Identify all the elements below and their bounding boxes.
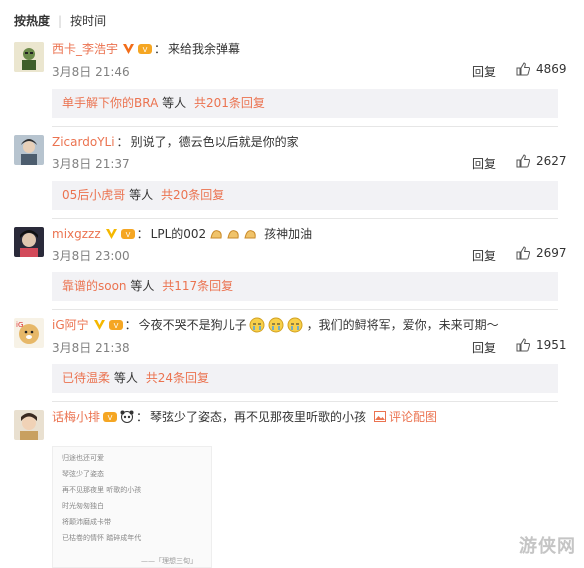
sub-reply-count[interactable]: 共201条回复	[194, 96, 265, 110]
thumbs-up-icon	[516, 246, 530, 260]
thumbs-up-icon	[516, 154, 530, 168]
username-link[interactable]: mixgzzz	[52, 227, 101, 241]
sub-reply-bar[interactable]: 05后小虎哥 等人 共20条回复	[52, 181, 558, 210]
image-text-line: 将颠沛磨成卡带	[62, 518, 111, 526]
image-icon	[374, 411, 387, 422]
svg-text:V: V	[108, 414, 113, 422]
username-link[interactable]: 西卡_李浩宇	[52, 40, 118, 57]
avatar[interactable]	[14, 42, 44, 72]
panda-icon	[120, 410, 134, 423]
like-button[interactable]: 2697	[516, 246, 567, 260]
like-count: 2697	[536, 246, 567, 260]
avatar[interactable]: iG	[14, 318, 44, 348]
comment-line: mixgzzz V ： LPL的002 孩神加油	[52, 225, 312, 242]
sub-reply-user[interactable]: 05后小虎哥	[62, 188, 125, 202]
divider	[52, 218, 558, 219]
divider	[52, 309, 558, 310]
sort-by-time[interactable]: 按时间	[70, 14, 106, 28]
image-text-line: 再不见那夜里 听歌的小孩	[62, 486, 142, 494]
crying-emoji-icon	[249, 317, 303, 332]
image-signature: ——「理想三旬」	[141, 557, 197, 565]
comment-text: 别说了，德云色以后就是你的家	[130, 135, 299, 149]
comment-line: iG阿宁 V ： 今夜不哭不是狗儿子 ，我们的鲟将军，爱你，未来可期～	[52, 316, 499, 333]
member-level-icon: V	[103, 411, 118, 422]
comment-time: 3月8日 21:46	[52, 65, 130, 79]
username-link[interactable]: 话梅小排	[52, 408, 100, 425]
comment-time: 3月8日 21:37	[52, 157, 130, 171]
image-text-line: 已枯卷的情怀 踏碎成年代	[62, 534, 142, 542]
sub-reply-count[interactable]: 共24条回复	[146, 371, 209, 385]
sub-reply-bar[interactable]: 靠谱的soon 等人 共117条回复	[52, 272, 558, 301]
thumbs-up-icon	[516, 62, 530, 76]
reply-button[interactable]: 回复	[472, 339, 496, 356]
svg-text:V: V	[113, 322, 118, 330]
colon: ：	[136, 410, 149, 424]
verified-v-icon	[105, 229, 117, 239]
comment-image[interactable]: 归途也还可爱 琴弦少了姿态 再不见那夜里 听歌的小孩 时光匆匆独白 将颠沛磨成卡…	[52, 446, 212, 568]
comment-text-after: ，我们的鲟将军，爱你，未来可期～	[306, 318, 499, 332]
colon: ：	[116, 135, 129, 149]
sub-reply-mid: 等人	[129, 188, 154, 202]
comment-line: ZicardoYLi ： 别说了，德云色以后就是你的家	[52, 133, 299, 150]
sort-bar: 按热度 | 按时间	[14, 12, 106, 29]
username-link[interactable]: iG阿宁	[52, 316, 89, 333]
watermark: 游侠网	[519, 536, 576, 557]
comment-text: 琴弦少了姿态，再不见那夜里听歌的小孩	[150, 410, 367, 424]
verified-v-icon	[93, 320, 105, 330]
avatar[interactable]	[14, 135, 44, 165]
sub-reply-bar[interactable]: 单手解下你的BRA 等人 共201条回复	[52, 89, 558, 118]
like-count: 2627	[536, 154, 567, 168]
svg-text:V: V	[143, 46, 148, 54]
member-level-icon: V	[120, 228, 135, 239]
sub-reply-user[interactable]: 靠谱的soon	[62, 279, 127, 293]
sub-reply-count[interactable]: 共20条回复	[161, 188, 224, 202]
divider	[52, 126, 558, 127]
comment-time: 3月8日 21:38	[52, 341, 130, 355]
colon: ：	[154, 42, 167, 56]
svg-text:V: V	[125, 231, 130, 239]
reply-button[interactable]: 回复	[472, 155, 496, 172]
image-text-line: 归途也还可爱	[62, 454, 104, 462]
comment-time: 3月8日 23:00	[52, 249, 130, 263]
like-count: 4869	[536, 62, 567, 76]
colon: ：	[136, 227, 149, 241]
like-count: 1951	[536, 338, 567, 352]
image-text-line: 时光匆匆独白	[62, 502, 104, 510]
avatar[interactable]	[14, 410, 44, 440]
divider	[52, 401, 558, 402]
sub-reply-user[interactable]: 单手解下你的BRA	[62, 96, 158, 110]
comment-text-after: 孩神加油	[264, 227, 313, 241]
avatar[interactable]	[14, 227, 44, 257]
sub-reply-mid: 等人	[162, 96, 187, 110]
thumbs-up-icon	[516, 338, 530, 352]
verified-v-icon	[123, 44, 135, 54]
reply-button[interactable]: 回复	[472, 247, 496, 264]
sub-reply-mid: 等人	[130, 279, 155, 293]
sub-reply-mid: 等人	[113, 371, 138, 385]
like-button[interactable]: 4869	[516, 62, 567, 76]
clap-emoji-icon	[210, 229, 256, 238]
sub-reply-count[interactable]: 共117条回复	[162, 279, 233, 293]
sort-by-hot[interactable]: 按热度	[14, 14, 50, 28]
comment-text: LPL的002	[150, 227, 207, 241]
member-level-icon: V	[138, 43, 153, 54]
comment-line: 话梅小排 V ： 琴弦少了姿态，再不见那夜里听歌的小孩 评论配图	[52, 408, 437, 425]
sort-separator: |	[58, 14, 63, 28]
svg-text:iG: iG	[16, 321, 23, 329]
like-button[interactable]: 2627	[516, 154, 567, 168]
comment-text: 来给我余弹幕	[168, 42, 241, 56]
sub-reply-user[interactable]: 已待温柔	[62, 371, 110, 385]
sub-reply-bar[interactable]: 已待温柔 等人 共24条回复	[52, 364, 558, 393]
like-button[interactable]: 1951	[516, 338, 567, 352]
colon: ：	[124, 318, 137, 332]
reply-button[interactable]: 回复	[472, 63, 496, 80]
member-level-icon: V	[108, 319, 123, 330]
comment-line: 西卡_李浩宇 V ： 来给我余弹幕	[52, 40, 240, 57]
username-link[interactable]: ZicardoYLi	[52, 135, 115, 149]
comment-text: 今夜不哭不是狗儿子	[138, 318, 247, 332]
view-image-link[interactable]: 评论配图	[389, 408, 437, 425]
image-text-line: 琴弦少了姿态	[62, 470, 104, 478]
